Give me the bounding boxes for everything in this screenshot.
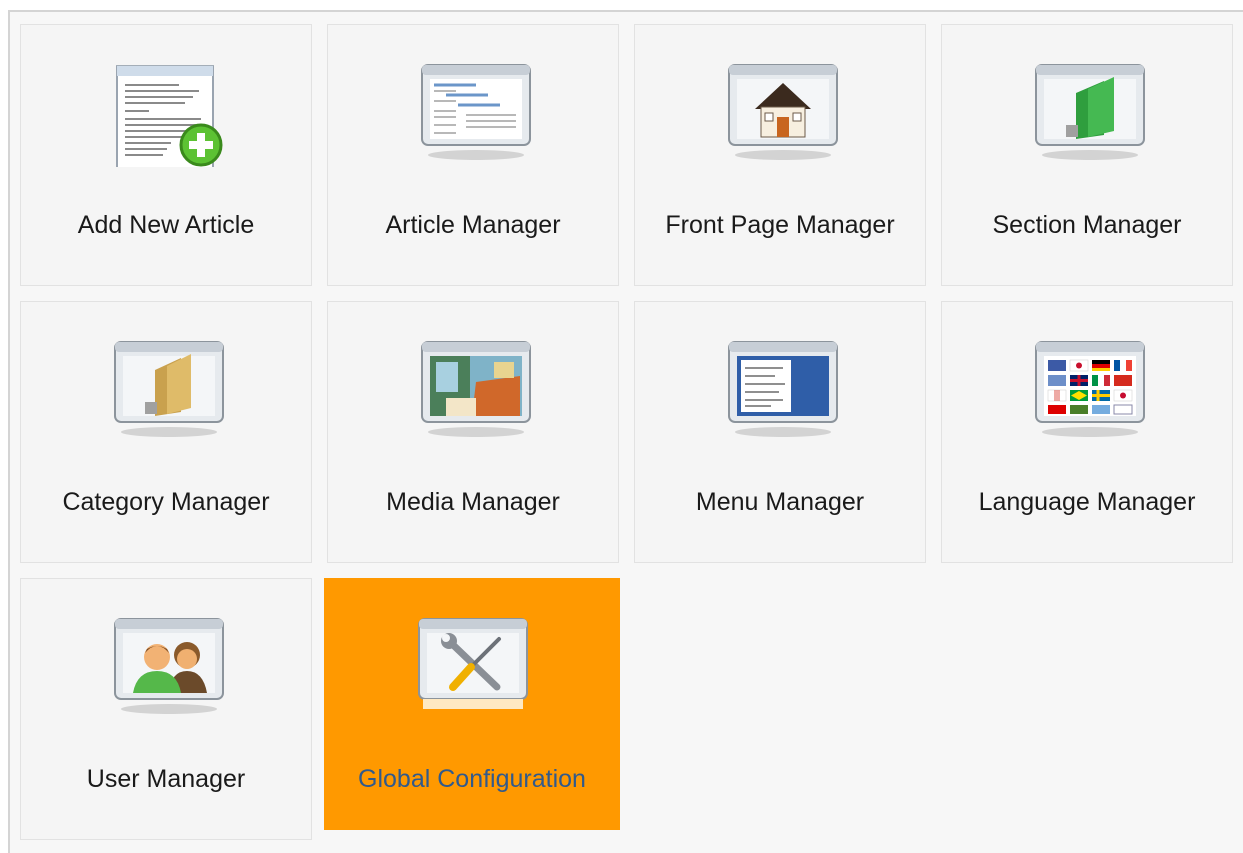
tile-label: Category Manager <box>62 488 270 516</box>
tile-label: Language Manager <box>978 488 1196 516</box>
media-manager-button[interactable]: Media Manager <box>327 301 619 563</box>
control-panel: Add New Article Article Manager Front Pa… <box>8 10 1243 853</box>
media-icon <box>416 332 536 444</box>
front-page-manager-button[interactable]: Front Page Manager <box>634 24 926 286</box>
language-flags-icon <box>1030 332 1150 444</box>
section-folder-icon <box>1030 55 1150 167</box>
tile-label: Article Manager <box>385 211 561 239</box>
section-manager-button[interactable]: Section Manager <box>941 24 1233 286</box>
menu-icon <box>723 332 843 444</box>
language-manager-button[interactable]: Language Manager <box>941 301 1233 563</box>
article-manager-icon <box>416 55 536 167</box>
add-new-article-button[interactable]: Add New Article <box>20 24 312 286</box>
tile-label: Media Manager <box>386 488 560 516</box>
category-folder-icon <box>109 332 229 444</box>
category-manager-button[interactable]: Category Manager <box>20 301 312 563</box>
add-article-icon <box>109 55 229 167</box>
tools-icon <box>413 609 533 721</box>
tile-label: Add New Article <box>77 211 255 239</box>
tile-label: Global Configuration <box>358 765 586 793</box>
article-manager-button[interactable]: Article Manager <box>327 24 619 286</box>
tile-label: Menu Manager <box>695 488 865 516</box>
users-icon <box>109 609 229 721</box>
menu-manager-button[interactable]: Menu Manager <box>634 301 926 563</box>
front-page-icon <box>723 55 843 167</box>
tile-label: Front Page Manager <box>665 211 895 239</box>
tile-label: User Manager <box>86 765 246 793</box>
tile-label: Section Manager <box>992 211 1182 239</box>
user-manager-button[interactable]: User Manager <box>20 578 312 840</box>
global-configuration-button[interactable]: Global Configuration <box>324 578 620 830</box>
